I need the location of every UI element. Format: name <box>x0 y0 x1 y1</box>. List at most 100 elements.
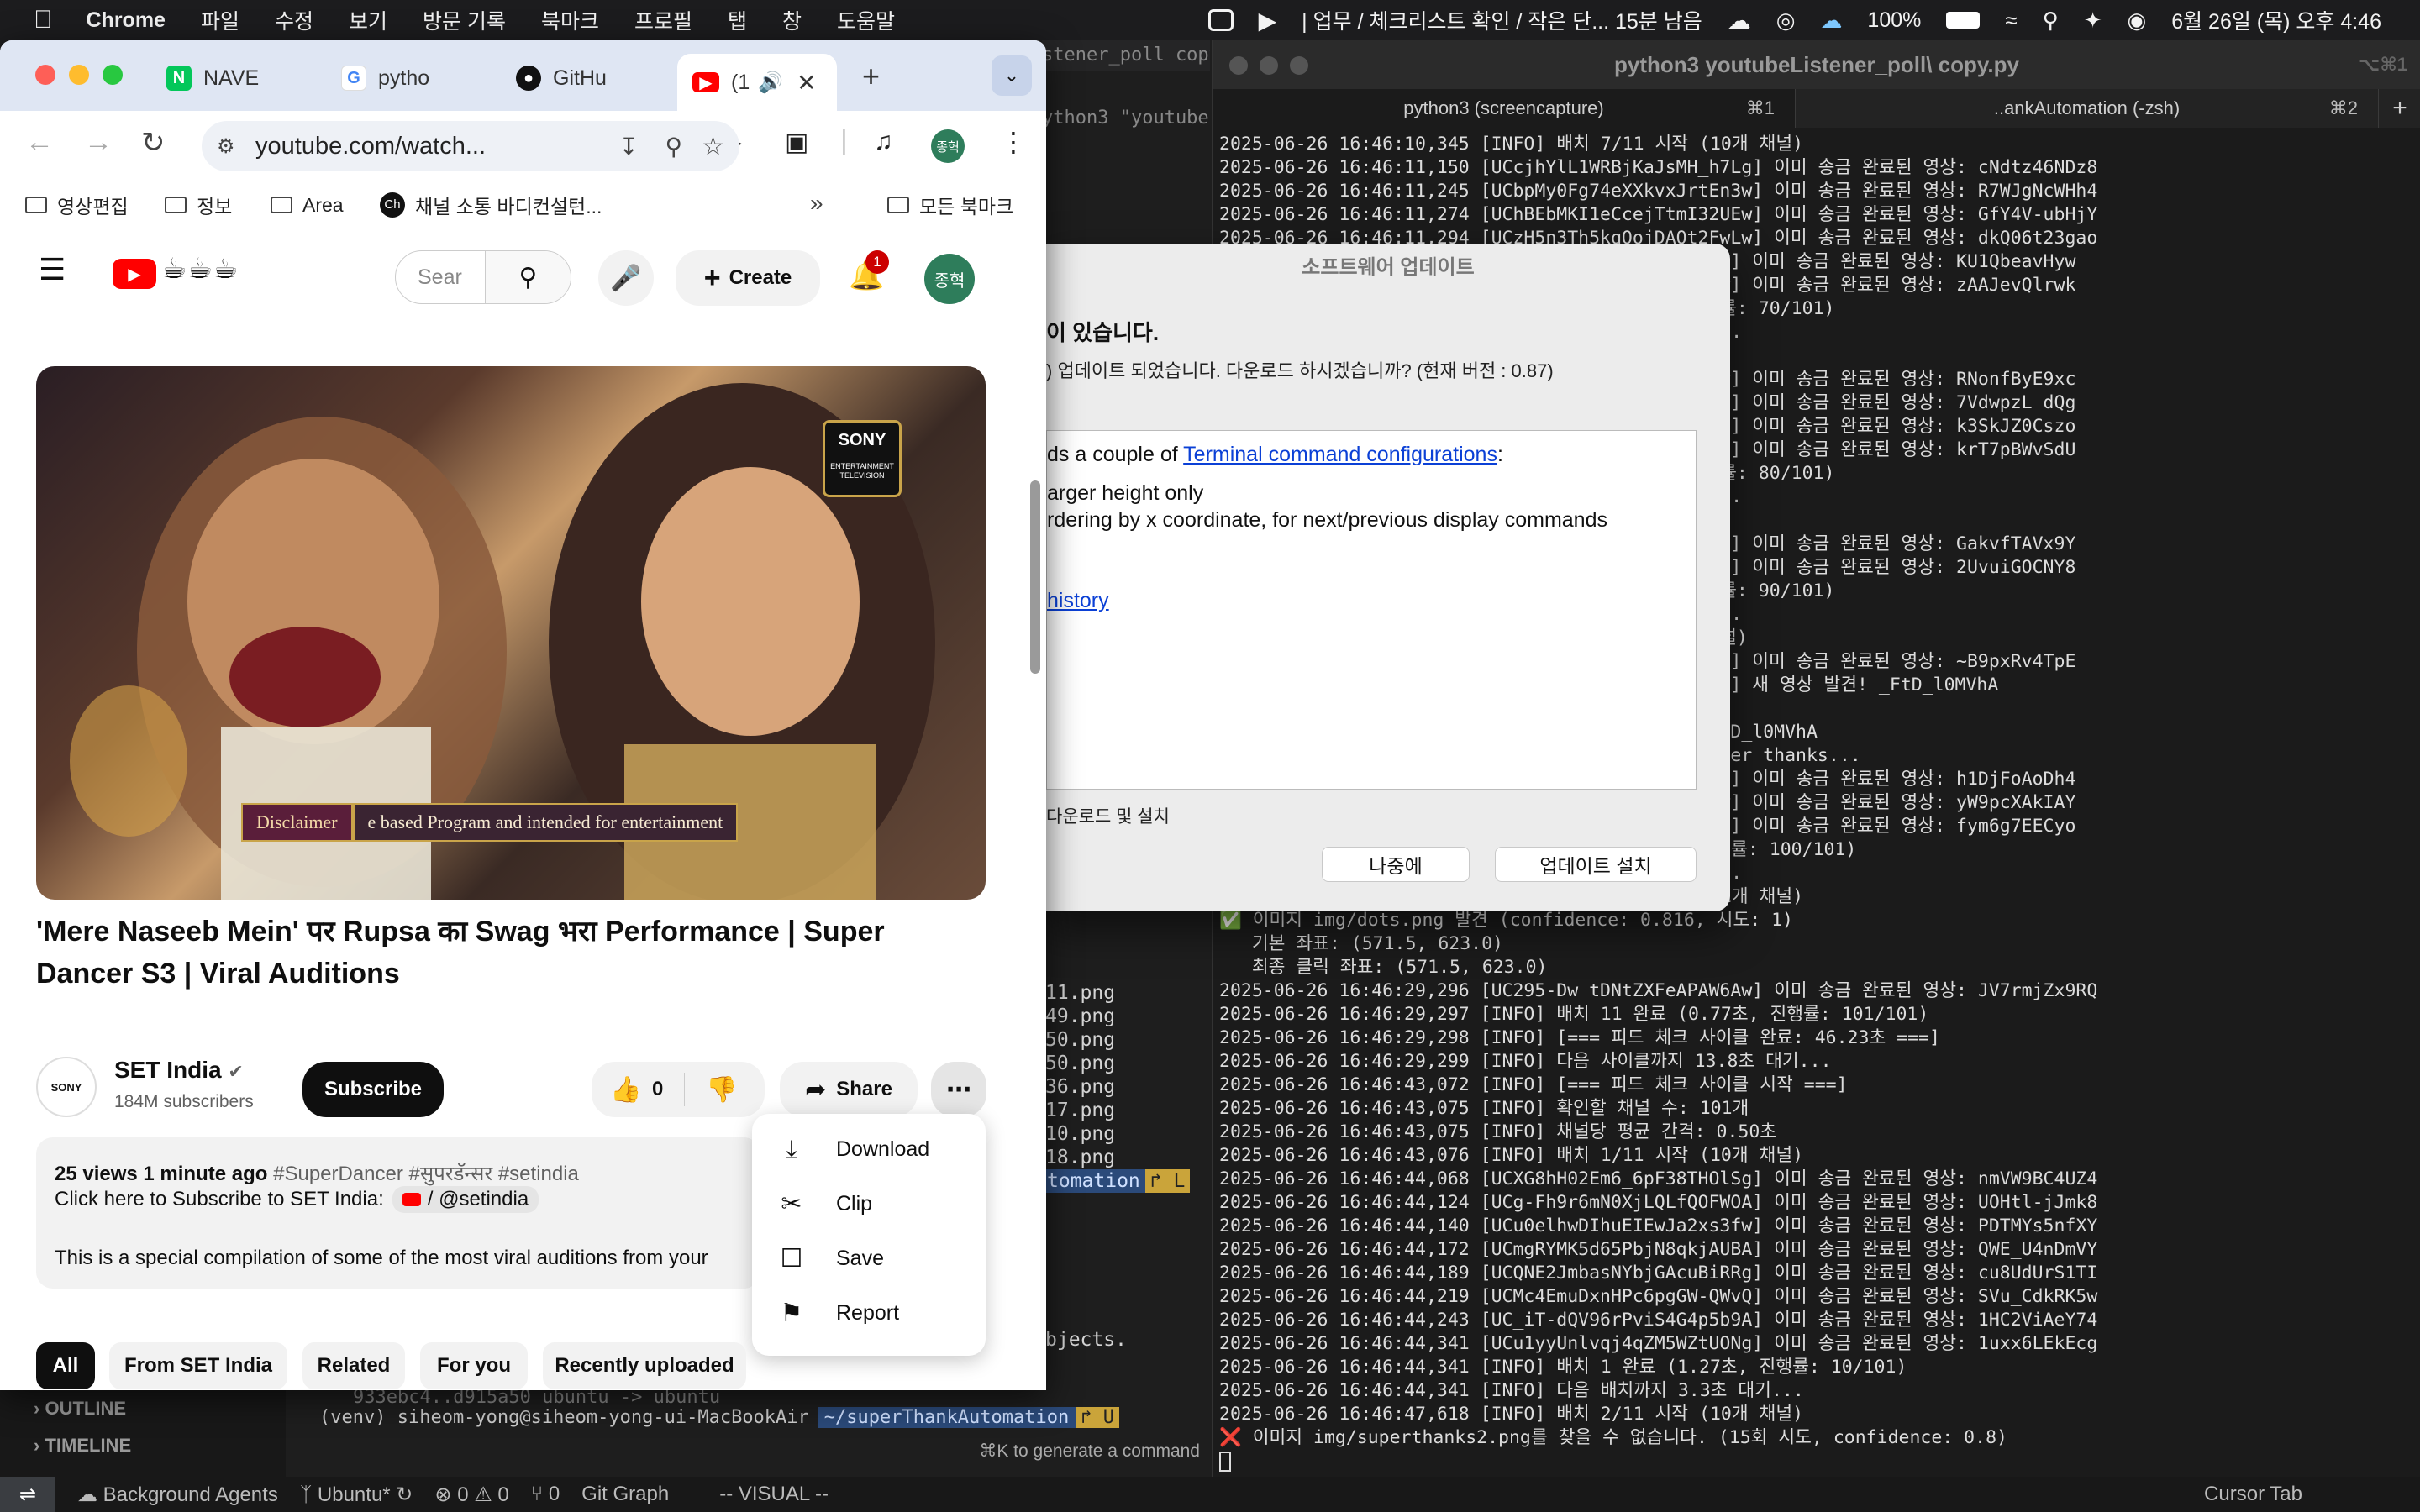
menu-profile[interactable]: 프로필 <box>634 5 692 35</box>
tab-search-icon[interactable]: ⌄ <box>992 55 1032 96</box>
menu-report[interactable]: ⚑ Report <box>752 1286 986 1341</box>
status-ports[interactable]: ⑂ 0 <box>531 1483 560 1506</box>
status-branch[interactable]: ᛉ Ubuntu* ↻ <box>300 1483 413 1507</box>
wifi-icon[interactable]: ≈ <box>2005 8 2017 34</box>
zoom-button[interactable] <box>1290 56 1308 75</box>
play-circle-icon[interactable]: ▶ <box>1259 7 1277 34</box>
search-icon[interactable]: ⚲ <box>2043 8 2059 34</box>
more-bookmarks-icon[interactable]: » <box>810 190 823 217</box>
zoom-button[interactable] <box>103 65 123 85</box>
outline-section[interactable]: › OUTLINE <box>0 1390 286 1427</box>
airdrop-icon[interactable]: ◎ <box>1776 8 1796 34</box>
chrome-menu-icon[interactable]: ⋮ <box>1000 126 1027 158</box>
menu-window[interactable]: 창 <box>782 5 802 35</box>
status-git-graph[interactable]: Git Graph <box>581 1483 669 1506</box>
reload-icon[interactable]: ↻ <box>141 126 166 160</box>
bookmark-folder[interactable]: 영상편집 <box>25 181 129 228</box>
menu-edit[interactable]: 수정 <box>275 5 313 35</box>
install-update-button[interactable]: 업데이트 설치 <box>1495 847 1697 882</box>
menu-bookmarks[interactable]: 북마크 <box>541 5 599 35</box>
like-button[interactable]: 👍 <box>610 1075 641 1105</box>
chip-recently-uploaded[interactable]: Recently uploaded <box>543 1342 746 1389</box>
auto-install-checkbox-label[interactable]: 다운로드 및 설치 <box>1046 803 1170 828</box>
status-problems[interactable]: ⊗ 0 ⚠ 0 <box>434 1483 508 1507</box>
channel-handle-link[interactable]: / @setindia <box>392 1186 539 1213</box>
timeline-section[interactable]: › TIMELINE <box>0 1427 286 1464</box>
apple-icon[interactable]:  <box>34 6 53 34</box>
page-scrollbar[interactable] <box>1030 480 1040 674</box>
more-actions-button[interactable]: ⋯ <box>931 1062 986 1117</box>
vscode-terminal[interactable]: 933ebc4..d915a50 ubuntu -> ubuntu (venv)… <box>286 1387 1210 1477</box>
minimize-button[interactable] <box>69 65 89 85</box>
chip-from-channel[interactable]: From SET India <box>109 1342 287 1389</box>
bookmark-folder[interactable]: 정보 <box>165 181 232 228</box>
youtube-doodle-icon[interactable]: ☕☕☕ <box>161 252 238 286</box>
all-bookmarks[interactable]: 모든 북마크 <box>887 181 1013 228</box>
tab-github[interactable]: ● GitHu <box>516 54 667 102</box>
create-button[interactable]: + Create <box>676 250 820 306</box>
hashtags[interactable]: #SuperDancer #सुपरडॅन्सर #setindia <box>273 1163 579 1185</box>
reminder-status[interactable]: | 업무 / 체크리스트 확인 / 작은 단... 15분 남음 <box>1302 5 1702 35</box>
battery-icon[interactable] <box>1946 12 1981 29</box>
bookmark-link[interactable]: Ch 채널 소통 바디컨설턴... <box>380 181 602 228</box>
site-info-icon[interactable]: ⚙ <box>217 134 245 159</box>
account-avatar[interactable]: 종혁 <box>924 254 975 304</box>
channel-avatar[interactable]: SONY <box>36 1057 97 1117</box>
tab-naver[interactable]: N NAVE <box>166 54 318 102</box>
menu-clip[interactable]: ✂ Clip <box>752 1177 986 1231</box>
tab-youtube[interactable]: ▶ (1 🔊 ✕ <box>677 54 837 111</box>
tab-google[interactable]: Gpytho <box>341 54 492 102</box>
terminal-config-link[interactable]: Terminal command configurations <box>1183 443 1497 466</box>
audio-icon[interactable]: 🔊 <box>758 71 783 95</box>
weather-icon[interactable]: ☁ <box>1820 8 1842 34</box>
video-player[interactable]: SONY ENTERTAINMENT TELEVISION Disclaimer… <box>36 366 986 900</box>
chip-for-you[interactable]: For you <box>420 1342 528 1389</box>
close-button[interactable] <box>35 65 55 85</box>
zoom-icon[interactable]: ⚲ <box>665 133 682 160</box>
remote-icon[interactable]: ⇌ <box>0 1477 55 1512</box>
menu-help[interactable]: 도움말 <box>837 5 895 35</box>
video-description[interactable]: 25 views 1 minute ago #SuperDancer #सुपर… <box>36 1137 760 1289</box>
later-button[interactable]: 나중에 <box>1322 847 1470 882</box>
menu-download[interactable]: ⤓ Download <box>752 1122 986 1177</box>
subscribe-button[interactable]: Subscribe <box>302 1062 444 1117</box>
search-box[interactable]: Sear ⚲ <box>395 250 571 304</box>
microphone-icon[interactable]: 🎤 <box>598 250 654 306</box>
dislike-button[interactable]: 👎 <box>706 1075 737 1105</box>
tab-close-icon[interactable]: ✕ <box>797 69 816 97</box>
menu-view[interactable]: 보기 <box>349 5 387 35</box>
minimize-button[interactable] <box>1260 56 1278 75</box>
profile-avatar[interactable]: 종혁 <box>931 129 965 163</box>
new-tab-icon[interactable]: + <box>2379 89 2420 128</box>
bookmark-folder[interactable]: Area <box>271 181 344 228</box>
share-button[interactable]: ➦ Share <box>780 1062 918 1117</box>
terminal-tab-2[interactable]: ..ankAutomation (-zsh) ⌘2 <box>1796 89 2379 128</box>
chip-related[interactable]: Related <box>302 1342 405 1389</box>
back-icon[interactable]: ← <box>25 126 54 159</box>
new-tab-icon[interactable]: + <box>862 59 880 94</box>
terminal-tab-1[interactable]: python3 (screencapture) ⌘1 <box>1213 89 1796 128</box>
menu-tab[interactable]: 탭 <box>728 5 747 35</box>
menu-save[interactable]: ☐ Save <box>752 1231 986 1286</box>
search-icon[interactable]: ⚲ <box>485 251 571 303</box>
cloud-icon[interactable]: ☁ <box>1728 7 1751 34</box>
url-text[interactable]: youtube.com/watch... <box>255 133 486 160</box>
extensions-icon[interactable]: ▣ <box>785 128 808 157</box>
menu-history[interactable]: 방문 기록 <box>423 5 506 35</box>
close-button[interactable] <box>1229 56 1248 75</box>
status-background-agents[interactable]: ☁ Background Agents <box>77 1483 278 1507</box>
menu-file[interactable]: 파일 <box>201 5 239 35</box>
search-input[interactable]: Sear <box>418 265 485 290</box>
address-bar[interactable]: ⚙ youtube.com/watch... ↧ ⚲ ☆ <box>202 121 739 171</box>
window-icon[interactable] <box>1207 9 1234 31</box>
menubar-clock[interactable]: 6월 26일 (목) 오후 4:46 <box>2171 5 2381 35</box>
control-center-icon[interactable]: ◉ <box>2128 8 2147 34</box>
hamburger-icon[interactable]: ☰ <box>39 252 66 287</box>
channel-name[interactable]: SET India ✔ <box>114 1057 244 1084</box>
chip-all[interactable]: All <box>36 1342 95 1389</box>
forward-icon[interactable]: → <box>84 126 113 159</box>
history-link[interactable]: history <box>1047 589 1109 612</box>
youtube-logo-icon[interactable]: ▶ <box>113 259 156 289</box>
install-icon[interactable]: ↧ <box>619 133 639 160</box>
media-controls-icon[interactable]: ♫ <box>874 128 893 156</box>
